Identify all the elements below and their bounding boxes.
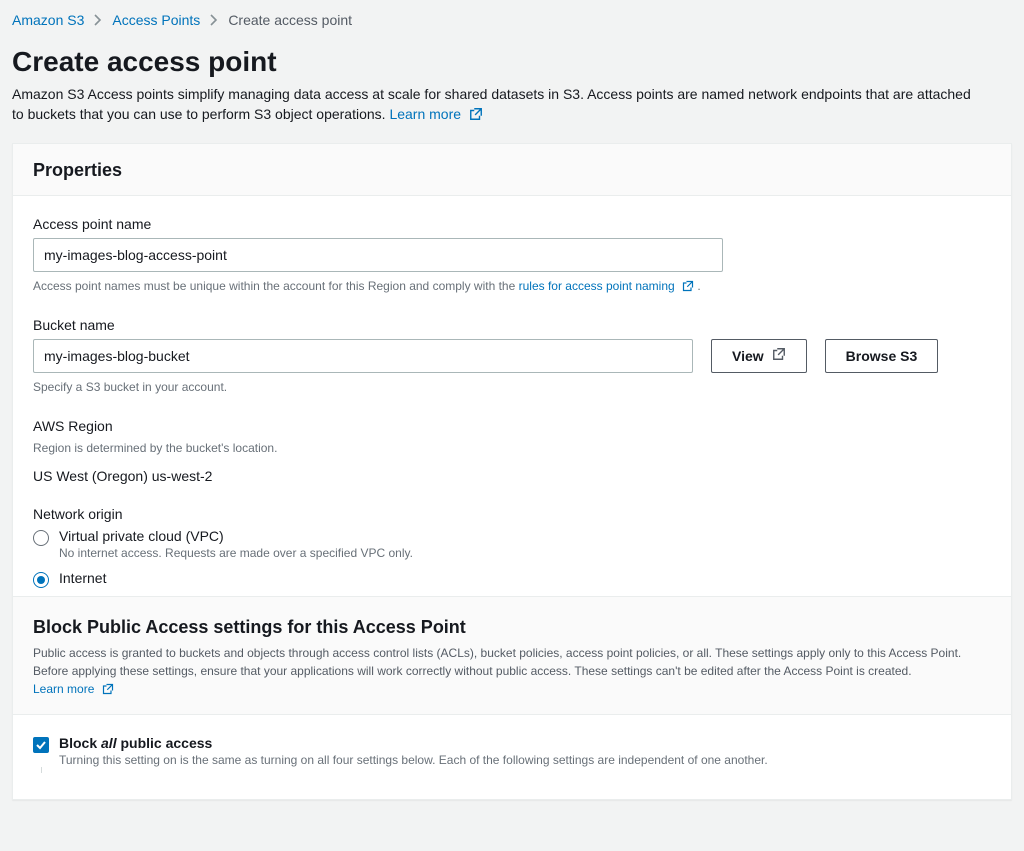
field-aws-region: AWS Region Region is determined by the b… (33, 418, 991, 483)
browse-s3-button[interactable]: Browse S3 (825, 339, 939, 373)
breadcrumb-link-s3[interactable]: Amazon S3 (12, 12, 84, 28)
network-origin-label: Network origin (33, 506, 991, 522)
properties-panel: Properties Access point name Access poin… (12, 143, 1012, 800)
access-point-name-help: Access point names must be unique within… (33, 278, 991, 295)
radio-icon (33, 530, 49, 546)
external-link-icon (682, 280, 694, 292)
breadcrumb: Amazon S3 Access Points Create access po… (12, 8, 1012, 40)
bucket-name-label: Bucket name (33, 317, 991, 333)
external-link-icon (469, 107, 483, 121)
aws-region-value: US West (Oregon) us-west-2 (33, 468, 991, 484)
radio-internet-title: Internet (59, 570, 106, 586)
access-point-name-label: Access point name (33, 216, 991, 232)
external-link-icon (102, 683, 114, 695)
breadcrumb-current: Create access point (228, 12, 352, 28)
view-bucket-button[interactable]: View (711, 339, 807, 373)
radio-internet[interactable]: Internet (33, 570, 991, 588)
rules-naming-link[interactable]: rules for access point naming (519, 279, 698, 293)
page-description: Amazon S3 Access points simplify managin… (12, 84, 972, 125)
radio-vpc-title: Virtual private cloud (VPC) (59, 528, 413, 544)
access-point-name-input[interactable] (33, 238, 723, 272)
bucket-name-help: Specify a S3 bucket in your account. (33, 379, 991, 396)
block-all-sub: Turning this setting on is the same as t… (59, 753, 768, 767)
block-all-public-access-row: Block all public access Turning this set… (33, 735, 991, 767)
chevron-right-icon (210, 14, 218, 26)
breadcrumb-link-access-points[interactable]: Access Points (112, 12, 200, 28)
radio-icon (33, 572, 49, 588)
properties-heading: Properties (33, 160, 991, 181)
aws-region-help: Region is determined by the bucket's loc… (33, 440, 991, 457)
bpa-learn-more-link[interactable]: Learn more (33, 682, 114, 696)
radio-vpc[interactable]: Virtual private cloud (VPC) No internet … (33, 528, 991, 560)
external-link-icon (772, 347, 786, 364)
bpa-description: Public access is granted to buckets and … (33, 644, 991, 698)
field-bucket-name: Bucket name View Browse S3 Specify a S3 … (33, 317, 991, 396)
panel-header: Properties (13, 144, 1011, 196)
tree-line (41, 767, 991, 773)
bpa-header-section: Block Public Access settings for this Ac… (13, 596, 1011, 779)
radio-vpc-sub: No internet access. Requests are made ov… (59, 546, 413, 560)
bucket-name-input[interactable] (33, 339, 693, 373)
learn-more-link[interactable]: Learn more (389, 106, 482, 122)
chevron-right-icon (94, 14, 102, 26)
aws-region-label: AWS Region (33, 418, 991, 434)
field-network-origin: Network origin Virtual private cloud (VP… (33, 506, 991, 588)
bpa-heading: Block Public Access settings for this Ac… (33, 617, 991, 638)
page-title: Create access point (12, 46, 1012, 78)
block-all-checkbox[interactable] (33, 737, 49, 753)
block-all-title: Block all public access (59, 735, 768, 751)
field-access-point-name: Access point name Access point names mus… (33, 216, 991, 295)
